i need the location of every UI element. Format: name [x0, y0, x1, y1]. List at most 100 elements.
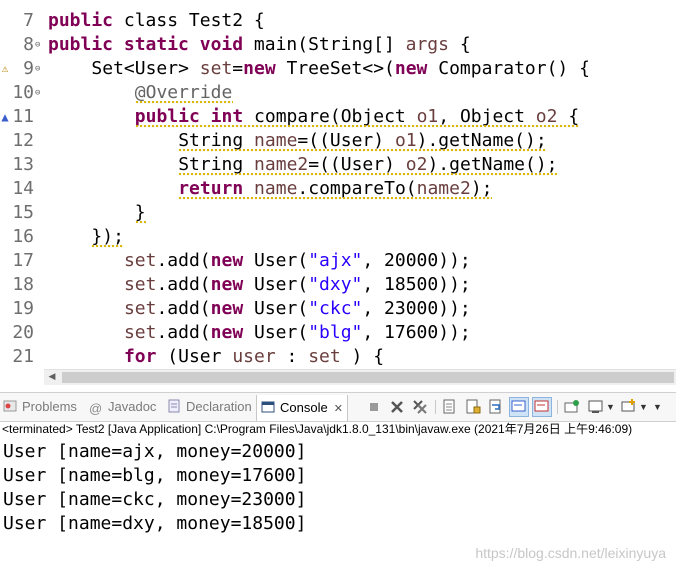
show-on-stderr-icon: [534, 400, 549, 412]
remove-all-terminated-button[interactable]: [411, 398, 429, 416]
show-on-stdout-button[interactable]: [509, 397, 529, 417]
fold-toggle-icon[interactable]: ⊖: [35, 84, 40, 102]
view-menu-icon[interactable]: ▼: [653, 402, 662, 412]
tab-label: Console: [280, 400, 328, 415]
code-token: , 23000));: [362, 298, 471, 319]
editor-horizontal-scrollbar[interactable]: ◀: [44, 369, 676, 385]
code-line[interactable]: 17 set.add(new User("ajx", 20000));: [0, 249, 676, 273]
warning-squiggle: [91, 245, 124, 248]
code-token: o2: [394, 154, 428, 175]
code-token: , 17600));: [362, 322, 471, 343]
tab-console[interactable]: Console ✕: [256, 395, 348, 421]
code-token: ) {: [340, 346, 385, 367]
code-token: new: [210, 250, 244, 271]
code-token: String: [178, 154, 244, 175]
tab-problems[interactable]: Problems: [3, 396, 77, 418]
line-gutter: ⚠ 9 ⊖: [0, 57, 44, 81]
line-number: 20: [12, 322, 34, 343]
terminate-icon: [370, 403, 378, 411]
line-gutter: 14: [0, 177, 44, 201]
code-token: User(: [243, 250, 309, 271]
warning-squiggle: [178, 173, 557, 176]
declaration-icon: [168, 399, 180, 413]
code-token: new: [243, 58, 276, 79]
toolbar-separator: [557, 400, 558, 414]
code-token: return: [178, 178, 244, 199]
display-selected-console-button[interactable]: [587, 398, 605, 416]
fold-toggle-icon[interactable]: ⊖: [35, 60, 40, 78]
line-gutter: 16: [0, 225, 44, 249]
code-token: Set<User>: [91, 58, 189, 79]
code-token: new: [210, 322, 244, 343]
show-on-stderr-button[interactable]: [532, 397, 552, 417]
line-number: 17: [12, 250, 34, 271]
views-toolbar: Problems @ Javadoc Declaration Console ✕: [0, 392, 676, 422]
word-wrap-button[interactable]: [487, 398, 505, 416]
code-token: main(String[]: [243, 34, 395, 55]
code-token: =: [232, 58, 244, 79]
code-text: set.add(new User("dxy", 18500));: [124, 273, 471, 297]
scroll-lock-button[interactable]: [464, 398, 482, 416]
code-token: name: [243, 178, 298, 199]
code-token: .add(: [156, 250, 211, 271]
tab-label: Javadoc: [108, 399, 157, 414]
display-selected-console-icon: [588, 400, 603, 413]
code-line[interactable]: 20 set.add(new User("blg", 17600));: [0, 321, 676, 345]
clear-console-button[interactable]: [441, 398, 459, 416]
chevron-down-icon[interactable]: ▼: [606, 402, 615, 412]
code-line[interactable]: 8 ⊖ public static void main(String[] args …: [0, 33, 676, 57]
pin-console-button[interactable]: [563, 398, 581, 416]
warning-squiggle: [178, 197, 492, 200]
open-console-button[interactable]: [620, 398, 638, 416]
code-editor[interactable]: 7 public class Test2 {8 ⊖ public static voi…: [0, 0, 676, 369]
code-token: int: [199, 106, 244, 127]
code-token: (User: [156, 346, 222, 367]
warning-squiggle: [178, 149, 546, 152]
code-token: set: [297, 346, 341, 367]
code-token: user: [221, 346, 276, 367]
line-number: 7: [23, 10, 34, 31]
code-token: {: [557, 106, 580, 127]
code-token: public: [48, 10, 114, 31]
code-token: :: [275, 346, 298, 367]
code-line[interactable]: 21 for (User user : set ) {: [0, 345, 676, 369]
code-text: public static void main(String[] args {: [48, 33, 471, 57]
warning-squiggle: [135, 125, 579, 128]
line-number: 21: [12, 346, 34, 367]
scroll-left-arrow-icon[interactable]: ◀: [44, 370, 60, 385]
warning-squiggle: [135, 221, 146, 224]
line-gutter: 18: [0, 273, 44, 297]
code-line[interactable]: 15}: [0, 201, 676, 225]
warning-squiggle: [135, 101, 233, 104]
line-gutter: 12: [0, 129, 44, 153]
line-gutter: 17: [0, 249, 44, 273]
close-tab-icon[interactable]: ✕: [334, 403, 343, 415]
tab-javadoc[interactable]: @ Javadoc: [89, 396, 156, 418]
code-token: .compareTo(: [297, 178, 417, 199]
code-line[interactable]: 10 ⊖ @Override: [0, 81, 676, 105]
code-token: name: [243, 130, 298, 151]
code-line[interactable]: 19 set.add(new User("ckc", 23000));: [0, 297, 676, 321]
code-line[interactable]: 18 set.add(new User("dxy", 18500));: [0, 273, 676, 297]
fold-toggle-icon[interactable]: ⊖: [35, 36, 40, 54]
tab-declaration[interactable]: Declaration: [167, 396, 252, 418]
line-gutter: 20: [0, 321, 44, 345]
code-token: .add(: [156, 298, 211, 319]
console-output[interactable]: User [name=ajx, money=20000] User [name=b…: [0, 440, 676, 550]
code-token: .add(: [156, 322, 211, 343]
code-text: Set<User> set=new TreeSet<>(new Comparat…: [91, 57, 590, 81]
console-output-line: User [name=dxy, money=18500]: [3, 513, 307, 534]
code-line[interactable]: 7 public class Test2 {: [0, 9, 676, 33]
remove-launch-button[interactable]: [388, 398, 406, 416]
terminate-button[interactable]: [365, 398, 383, 416]
chevron-down-icon[interactable]: ▼: [639, 402, 648, 412]
console-process-description: <terminated> Test2 [Java Application] C:…: [2, 422, 633, 436]
line-gutter: 10 ⊖: [0, 81, 44, 105]
code-token: public: [134, 106, 200, 127]
scrollbar-thumb[interactable]: [62, 372, 674, 383]
code-token: name2: [416, 178, 471, 199]
code-text: set.add(new User("ajx", 20000));: [124, 249, 471, 273]
toolbar-separator: [435, 400, 436, 414]
code-line[interactable]: ⚠ 9 ⊖ Set<User> set=new TreeSet<>(new Compa…: [0, 57, 676, 81]
clear-console-icon: [443, 399, 455, 414]
